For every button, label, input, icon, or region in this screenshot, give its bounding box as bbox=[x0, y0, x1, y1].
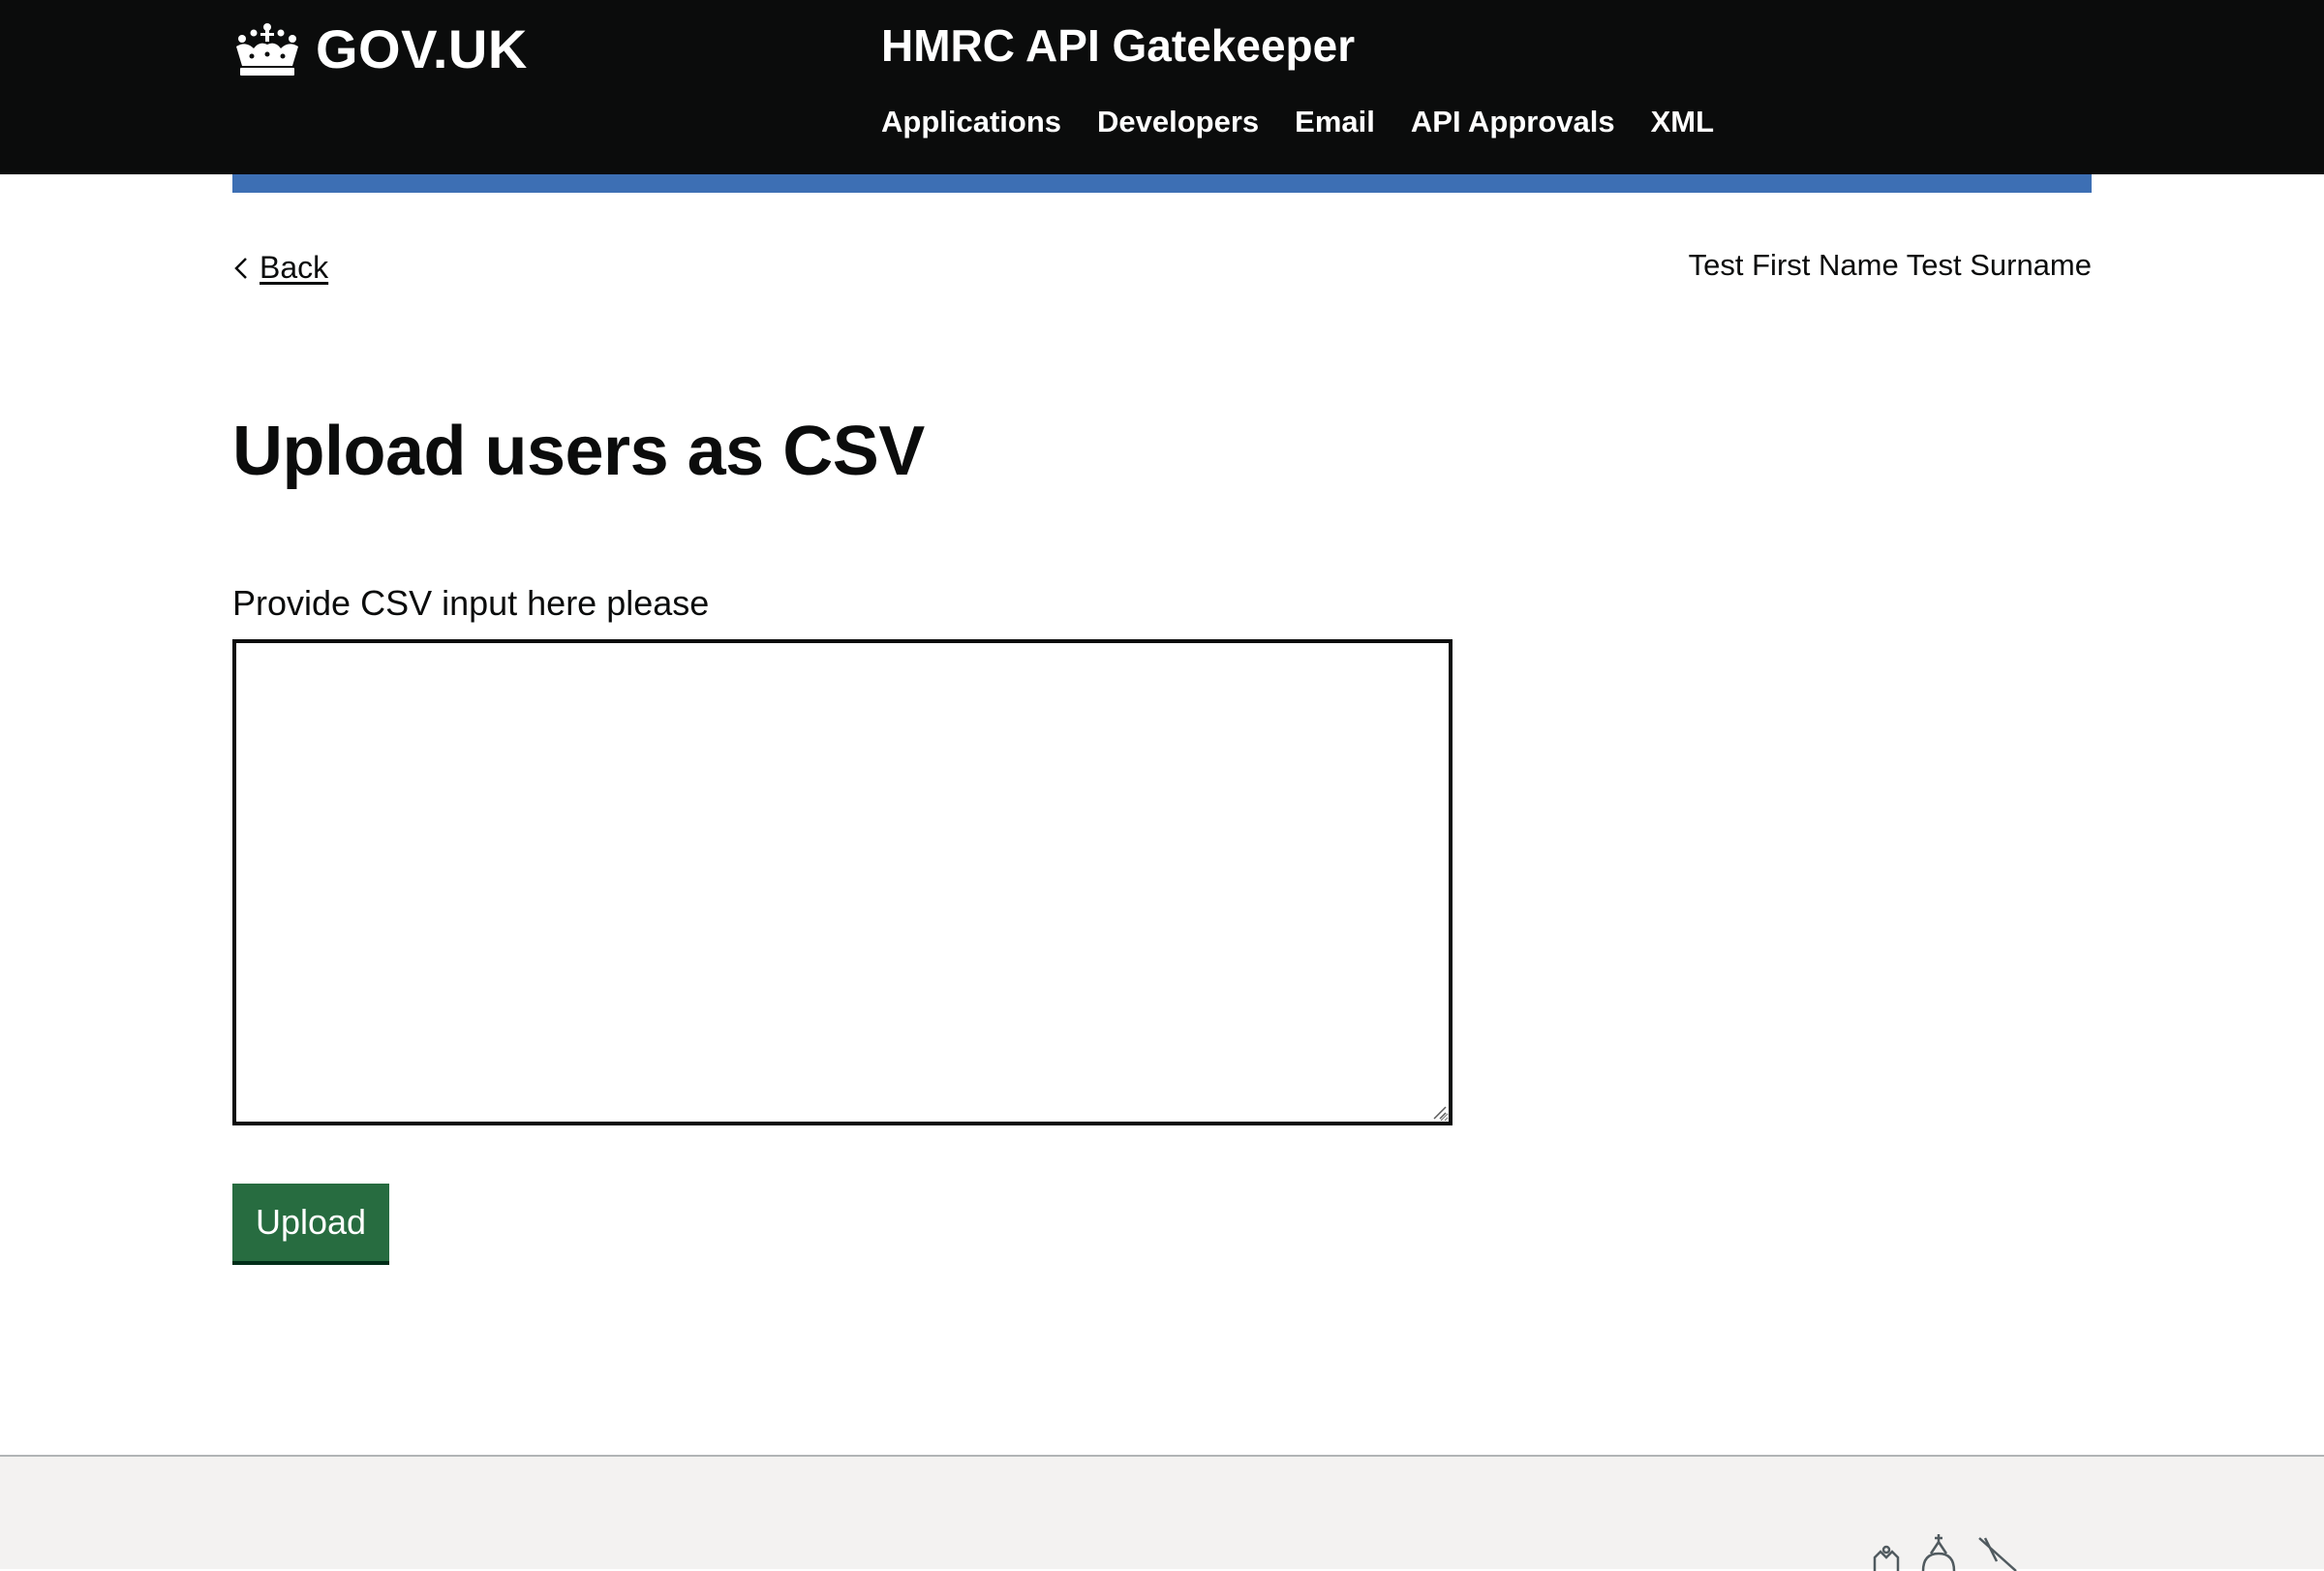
back-link[interactable]: Back bbox=[232, 250, 328, 286]
nav-applications[interactable]: Applications bbox=[881, 105, 1061, 139]
nav-xml[interactable]: XML bbox=[1651, 105, 1714, 139]
header-accent-bar bbox=[232, 174, 2092, 193]
csv-input-textarea[interactable] bbox=[232, 639, 1452, 1125]
logged-in-user-name: Test First Name Test Surname bbox=[1688, 248, 2092, 282]
site-footer bbox=[0, 1455, 2324, 1571]
back-link-label: Back bbox=[260, 250, 329, 285]
site-header: GOV.UK HMRC API Gatekeeper Applications … bbox=[0, 0, 2324, 174]
service-name-link[interactable]: HMRC API Gatekeeper bbox=[881, 19, 1355, 72]
govuk-logotype: GOV.UK bbox=[316, 18, 528, 79]
upload-button[interactable]: Upload bbox=[232, 1184, 390, 1261]
nav-api-approvals[interactable]: API Approvals bbox=[1411, 105, 1615, 139]
govuk-logo-link[interactable]: GOV.UK bbox=[232, 17, 528, 80]
page-title: Upload users as CSV bbox=[232, 413, 925, 490]
nav-email[interactable]: Email bbox=[1295, 105, 1375, 139]
crown-icon bbox=[236, 22, 298, 76]
nav-developers[interactable]: Developers bbox=[1097, 105, 1259, 139]
chevron-left-icon bbox=[234, 257, 247, 279]
primary-navigation: Applications Developers Email API Approv… bbox=[881, 105, 1750, 139]
csv-input-label: Provide CSV input here please bbox=[232, 583, 710, 623]
royal-crest-icon bbox=[1873, 1534, 2017, 1571]
